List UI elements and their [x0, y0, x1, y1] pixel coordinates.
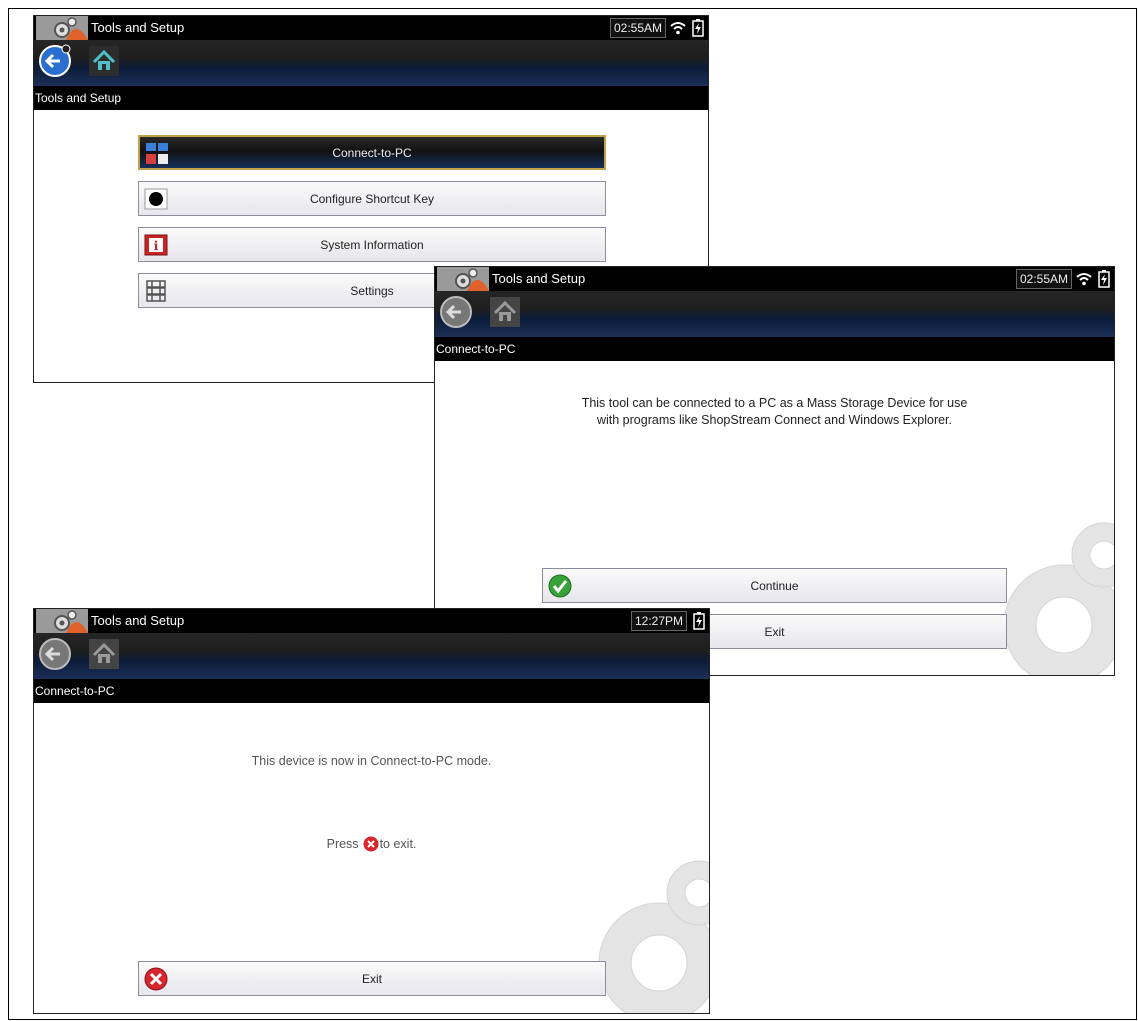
toolbar	[34, 633, 709, 679]
configure-shortcut-key-button[interactable]: Configure Shortcut Key	[138, 181, 606, 216]
wifi-icon	[670, 19, 686, 37]
svg-text:i: i	[154, 239, 159, 253]
message-line-2: with programs like ShopStream Connect an…	[596, 413, 953, 427]
breadcrumb: Connect-to-PC	[435, 337, 1114, 361]
app-gear-icon[interactable]	[36, 609, 88, 633]
app-gear-icon[interactable]	[36, 16, 88, 40]
title-bar: Tools and Setup 12:27PM	[34, 609, 709, 633]
configure-shortcut-key-label: Configure Shortcut Key	[309, 191, 435, 206]
back-button[interactable]	[438, 294, 474, 330]
battery-icon	[691, 612, 707, 630]
title-bar: Tools and Setup 02:55AM	[34, 16, 708, 40]
continue-label: Continue	[750, 578, 799, 593]
toolbar	[435, 291, 1114, 337]
message-line-1: This tool can be connected to a PC as a …	[581, 396, 968, 410]
exit-x-icon	[143, 967, 169, 991]
breadcrumb: Tools and Setup	[34, 86, 708, 110]
continue-button[interactable]: Continue	[542, 568, 1007, 603]
window-title: Tools and Setup	[91, 613, 185, 628]
info-icon: i	[143, 233, 169, 257]
mode-message: This device is now in Connect-to-PC mode…	[251, 754, 492, 768]
title-bar: Tools and Setup 02:55AM	[435, 267, 1114, 291]
clock: 12:27PM	[630, 611, 687, 631]
connect-info-message: This tool can be connected to a PC as a …	[435, 395, 1114, 429]
press-prefix: Press	[326, 837, 359, 851]
battery-icon	[690, 19, 706, 37]
connect-to-pc-button[interactable]: Connect-to-PC	[138, 135, 606, 170]
check-icon	[547, 574, 573, 598]
window-title: Tools and Setup	[91, 20, 185, 35]
clock: 02:55AM	[1015, 269, 1072, 289]
shortcut-key-icon	[143, 187, 169, 211]
connect-to-pc-label: Connect-to-PC	[332, 145, 412, 160]
press-to-exit-message: Press to exit.	[34, 836, 709, 852]
system-information-button[interactable]: i System Information	[138, 227, 606, 262]
status-area: 12:27PM	[630, 611, 707, 631]
app-gear-icon[interactable]	[437, 267, 489, 291]
window-title: Tools and Setup	[492, 271, 586, 286]
home-button[interactable]	[487, 294, 523, 330]
breadcrumb: Connect-to-PC	[34, 679, 709, 703]
toolbar	[34, 40, 708, 86]
settings-icon	[143, 279, 169, 303]
connect-pc-icon	[144, 142, 170, 166]
back-button[interactable]	[37, 43, 73, 79]
clock: 02:55AM	[609, 18, 666, 38]
exit-label: Exit	[361, 971, 382, 986]
wifi-icon	[1076, 270, 1092, 288]
status-area: 02:55AM	[1015, 269, 1112, 289]
system-information-label: System Information	[320, 237, 424, 252]
status-area: 02:55AM	[609, 18, 706, 38]
exit-x-icon	[363, 836, 379, 852]
back-button[interactable]	[37, 636, 73, 672]
press-suffix: to exit.	[379, 837, 417, 851]
home-button[interactable]	[86, 43, 122, 79]
exit-button[interactable]: Exit	[138, 961, 606, 996]
content-area: This device is now in Connect-to-PC mode…	[34, 703, 709, 1013]
battery-icon	[1096, 270, 1112, 288]
connect-to-pc-mode-screen: Tools and Setup 12:27PM Connect-to-PC Th…	[33, 608, 710, 1014]
home-button[interactable]	[86, 636, 122, 672]
